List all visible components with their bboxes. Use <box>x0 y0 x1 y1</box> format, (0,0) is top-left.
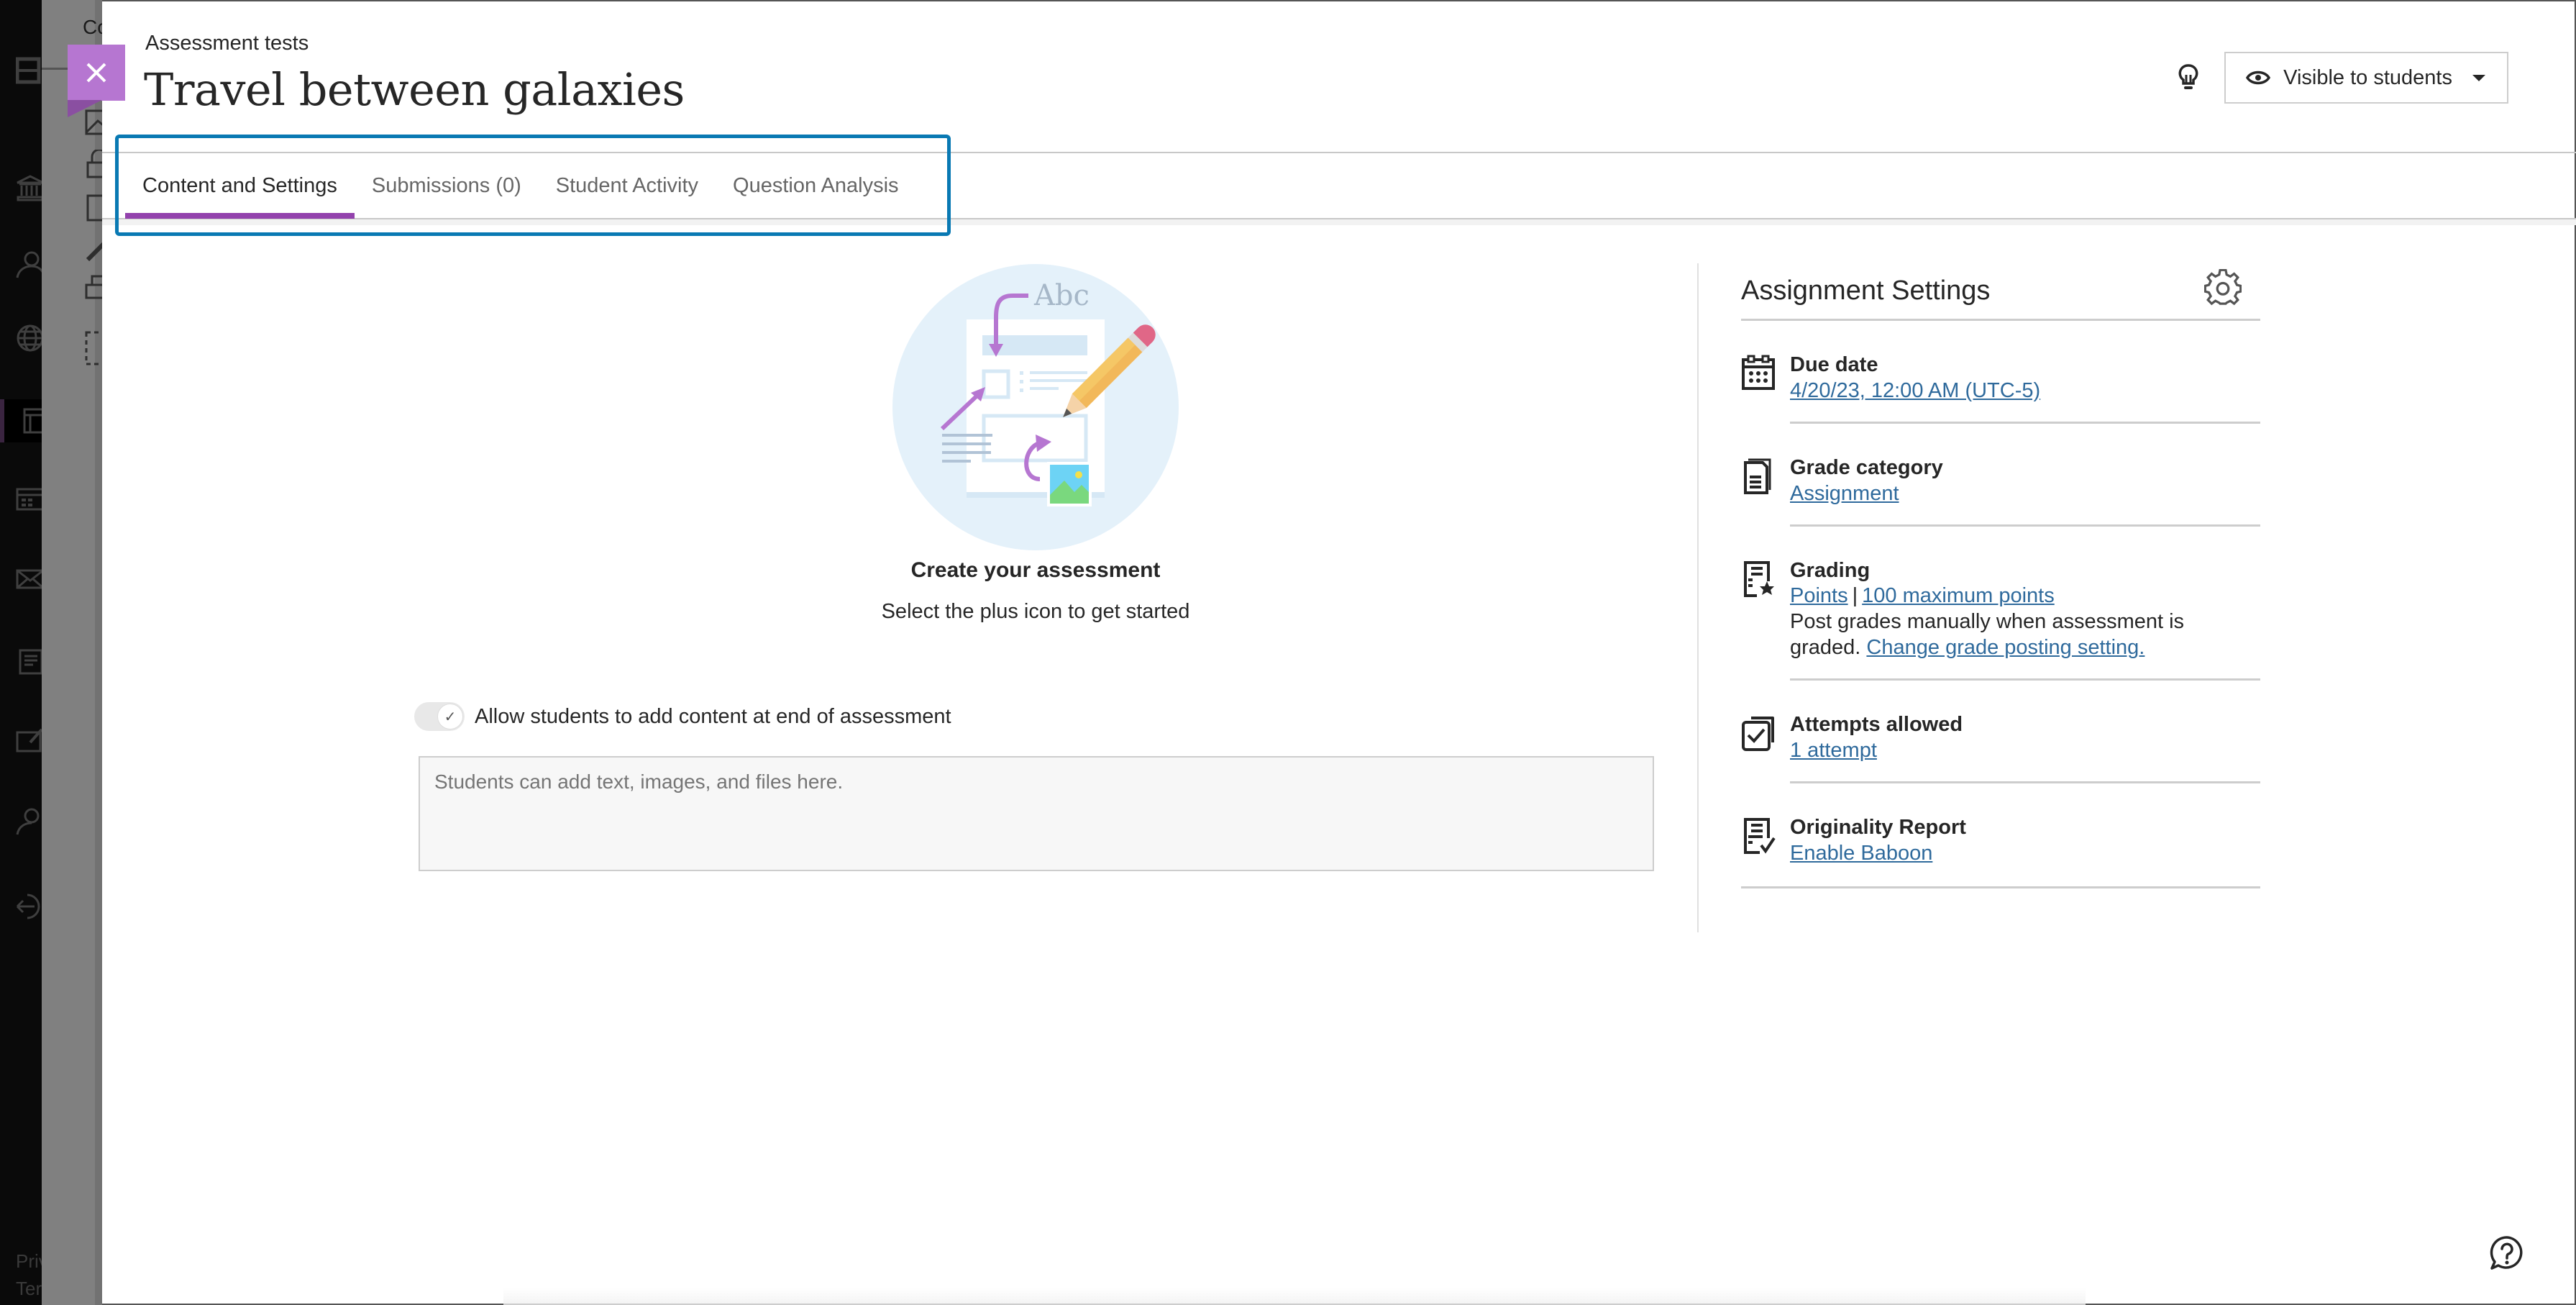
grades-icon <box>19 649 43 675</box>
page-title: Travel between galaxies <box>144 63 685 116</box>
institution-icon <box>17 175 44 201</box>
background-nav: Priv Ter <box>0 0 48 1305</box>
allow-content-toggle-row: ✓ Allow students to add content at end o… <box>414 702 951 731</box>
check-icon: ✓ <box>437 704 463 729</box>
empty-state-subtitle: Select the plus icon to get started <box>881 600 1190 623</box>
help-icon[interactable] <box>2488 1234 2526 1272</box>
close-panel-button[interactable] <box>68 45 125 101</box>
lightbulb-icon[interactable] <box>2174 63 2203 92</box>
assignment-settings-panel: Assignment Settings Due date 4/20/23, 12… <box>1741 263 2260 888</box>
due-date-label: Due date <box>1790 353 1878 376</box>
terms-link: Ter <box>16 1278 42 1299</box>
tab-content-and-settings[interactable]: Content and Settings <box>125 153 355 219</box>
due-date-link[interactable]: 4/20/23, 12:00 AM (UTC-5) <box>1790 379 2040 402</box>
abc-text: Abc <box>1033 279 1090 312</box>
originality-icon <box>1744 818 1776 855</box>
tab-question-analysis[interactable]: Question Analysis <box>716 153 916 219</box>
messages-icon <box>16 569 45 589</box>
close-icon <box>86 63 106 83</box>
grading-icon <box>1744 560 1774 597</box>
courses-icon <box>23 408 45 434</box>
student-content-area[interactable] <box>419 756 1654 871</box>
logo-icon <box>16 57 41 84</box>
tab-student-activity[interactable]: Student Activity <box>539 153 716 219</box>
setting-grade-category: Grade category Assignment <box>1741 424 2260 527</box>
create-assessment-illustration: Abc <box>892 264 1179 550</box>
setting-due-date: Due date 4/20/23, 12:00 AM (UTC-5) <box>1741 321 2260 424</box>
edit-icon <box>16 728 43 752</box>
visibility-label: Visible to students <box>2283 65 2452 89</box>
attempts-link[interactable]: 1 attempt <box>1790 739 1877 762</box>
attempts-label: Attempts allowed <box>1790 713 1963 737</box>
grade-category-link[interactable]: Assignment <box>1790 482 1899 505</box>
sign-out-icon <box>16 894 40 919</box>
header-actions: Visible to students <box>2174 52 2508 104</box>
column-divider <box>1697 263 1699 932</box>
change-grade-posting-link[interactable]: Change grade posting setting. <box>1866 636 2145 659</box>
settings-title: Assignment Settings <box>1741 276 1991 306</box>
enable-baboon-link[interactable]: Enable Baboon <box>1790 842 1932 865</box>
max-points-link[interactable]: 100 maximum points <box>1862 584 2055 607</box>
empty-state-title: Create your assessment <box>910 558 1161 582</box>
globe-icon <box>17 324 44 352</box>
grade-category-label: Grade category <box>1790 455 1943 479</box>
gear-icon[interactable] <box>2204 268 2242 306</box>
tab-submissions[interactable]: Submissions (0) <box>355 153 539 219</box>
originality-label: Originality Report <box>1790 816 1966 840</box>
breadcrumb[interactable]: Assessment tests <box>145 32 309 55</box>
calendar-nav-icon <box>16 488 45 511</box>
setting-originality-report: Originality Report Enable Baboon <box>1741 783 2260 888</box>
allow-content-toggle-label: Allow students to add content at end of … <box>475 704 951 728</box>
calendar-icon <box>1742 355 1775 390</box>
profile-icon <box>16 251 45 278</box>
user-settings-icon <box>16 808 40 835</box>
background-course-content: Co <box>42 0 114 1305</box>
grading-label: Grading <box>1790 558 1871 582</box>
attempts-icon <box>1742 717 1774 752</box>
document-icon <box>1744 458 1771 494</box>
tab-list: Content and Settings Submissions (0) Stu… <box>125 153 916 219</box>
visibility-dropdown[interactable]: Visible to students <box>2224 52 2508 104</box>
eye-icon <box>2246 71 2271 85</box>
allow-content-toggle[interactable]: ✓ <box>414 702 465 731</box>
setting-attempts: Attempts allowed 1 attempt <box>1741 681 2260 783</box>
grading-schema-link[interactable]: Points <box>1790 584 1848 607</box>
setting-grading: Grading Points | 100 maximum points Post g… <box>1741 527 2260 681</box>
chevron-down-icon <box>2472 74 2485 81</box>
